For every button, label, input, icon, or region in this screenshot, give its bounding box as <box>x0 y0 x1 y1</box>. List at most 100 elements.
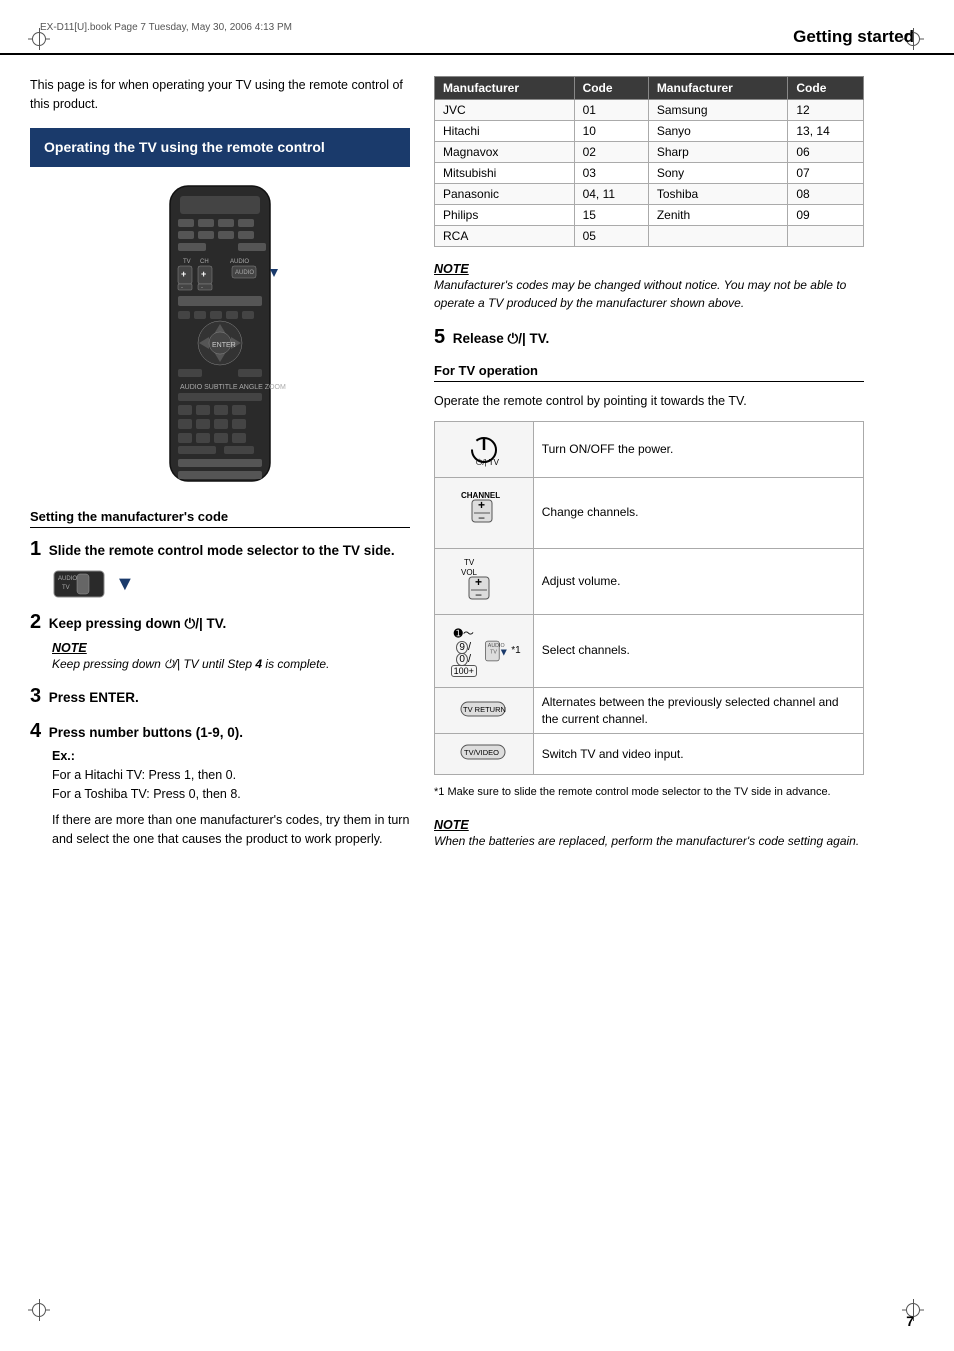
step-1: 1 Slide the remote control mode selector… <box>30 538 410 599</box>
step-5-num: 5 <box>434 326 445 348</box>
step-1-num: 1 <box>30 538 41 560</box>
svg-text:+: + <box>478 498 485 512</box>
note-right-title: NOTE <box>434 262 469 276</box>
tv-op-return: TV RETURN Alternates between the previou… <box>435 687 864 734</box>
tv-video-icon: TV/VIDEO <box>456 740 511 765</box>
step-5: 5 Release ⏻/| TV. <box>434 326 864 349</box>
step-5-text: Release ⏻/| TV. <box>453 331 550 346</box>
tv-op-volume: TV VOL + − Adjust volume. <box>435 548 864 614</box>
page-header: Getting started <box>0 0 954 55</box>
setting-section-title: Setting the manufacturer's code <box>30 509 410 528</box>
svg-text:-: - <box>181 285 183 291</box>
step-3: 3 Press ENTER. <box>30 685 410 708</box>
step-1-text: Slide the remote control mode selector t… <box>49 543 395 558</box>
table-row: Panasonic04, 11Toshiba08 <box>435 184 864 205</box>
selector-image: AUDIO TV <box>52 569 107 599</box>
step-4-extra: If there are more than one manufacturer'… <box>52 811 410 849</box>
for-tv-section-title: For TV operation <box>434 363 864 382</box>
page-title: Getting started <box>793 27 914 47</box>
step-2-text: Keep pressing down ⏻/| TV. <box>49 616 227 631</box>
tv-return-icon: TV RETURN <box>456 697 511 722</box>
volume-icon: TV VOL + − <box>456 555 511 605</box>
svg-text:+: + <box>201 269 206 279</box>
tv-op-power-desc: Turn ON/OFF the power. <box>533 421 863 477</box>
number-range-label: ➊～9/ 0/ 100+ <box>447 625 480 677</box>
step-2-note-title: NOTE <box>52 641 87 655</box>
step-4-body: Ex.: For a Hitachi TV: Press 1, then 0. … <box>52 747 410 803</box>
select-arrow-icon: AUDIO TV <box>484 636 507 666</box>
svg-text:−: − <box>475 588 482 602</box>
tv-op-return-desc: Alternates between the previously select… <box>533 687 863 734</box>
note-bottom-text: When the batteries are replaced, perform… <box>434 832 864 850</box>
left-column: This page is for when operating your TV … <box>30 76 410 1321</box>
table-header-code2: Code <box>788 77 864 100</box>
tv-op-select-icon-cell: ➊～9/ 0/ 100+ AUDIO TV *1 <box>435 614 534 687</box>
tv-op-power: ⏻/| TV Turn ON/OFF the power. <box>435 421 864 477</box>
svg-text:TV: TV <box>464 558 475 567</box>
svg-text:TV: TV <box>183 259 191 265</box>
tv-op-return-icon-cell: TV RETURN <box>435 687 534 734</box>
note-bottom-title: NOTE <box>434 818 469 832</box>
svg-text:⏻/| TV: ⏻/| TV <box>476 458 500 467</box>
svg-text:AUDIO: AUDIO <box>58 576 77 582</box>
svg-text:ENTER: ENTER <box>212 342 236 349</box>
for-tv-intro: Operate the remote control by pointing i… <box>434 392 864 411</box>
svg-text:+: + <box>181 269 186 279</box>
svg-text:TV: TV <box>62 585 70 591</box>
tv-op-channel-icon-cell: CHANNEL + − <box>435 477 534 548</box>
table-row: Magnavox02Sharp06 <box>435 142 864 163</box>
tv-op-select: ➊～9/ 0/ 100+ AUDIO TV *1 <box>435 614 864 687</box>
step-4-num: 4 <box>30 720 41 742</box>
step-2-num: 2 <box>30 611 41 633</box>
step-3-text: Press ENTER. <box>49 690 139 705</box>
tv-op-power-icon-cell: ⏻/| TV <box>435 421 534 477</box>
note-bottom: NOTE When the batteries are replaced, pe… <box>434 817 864 850</box>
footnote-text: *1 Make sure to slide the remote control… <box>434 785 864 800</box>
svg-text:TV/VIDEO: TV/VIDEO <box>464 748 499 757</box>
power-icon: ⏻/| TV <box>464 428 504 468</box>
page-number: 7 <box>906 1313 914 1329</box>
step-4: 4 Press number buttons (1-9, 0). Ex.: Fo… <box>30 720 410 849</box>
operating-header: Operating the TV using the remote contro… <box>30 128 410 168</box>
svg-text:AUDIO: AUDIO <box>235 270 254 276</box>
step-2-note-text: Keep pressing down ⏻/| TV until Step 4 i… <box>52 655 410 673</box>
footnote-marker: *1 <box>511 645 520 656</box>
table-header-code1: Code <box>574 77 648 100</box>
main-content: This page is for when operating your TV … <box>0 60 954 1351</box>
table-header-mfr1: Manufacturer <box>435 77 575 100</box>
table-row: RCA05 <box>435 226 864 247</box>
step-3-num: 3 <box>30 685 41 707</box>
table-row: Mitsubishi03Sony07 <box>435 163 864 184</box>
tv-op-video-icon-cell: TV/VIDEO <box>435 734 534 775</box>
tv-op-video-desc: Switch TV and video input. <box>533 734 863 775</box>
tv-op-volume-desc: Adjust volume. <box>533 548 863 614</box>
svg-text:TV RETURN: TV RETURN <box>463 705 506 714</box>
tv-operation-table: ⏻/| TV Turn ON/OFF the power. CHANNEL + … <box>434 421 864 776</box>
intro-text: This page is for when operating your TV … <box>30 76 410 114</box>
table-row: JVC01Samsung12 <box>435 100 864 121</box>
tv-op-channel: CHANNEL + − Change channels. <box>435 477 864 548</box>
remote-image: TV CH AUDIO + - + - AUDIO <box>30 181 410 491</box>
table-row: Hitachi10Sanyo13, 14 <box>435 121 864 142</box>
svg-text:AUDIO: AUDIO <box>230 259 249 265</box>
svg-text:AUDIO: AUDIO <box>488 643 505 649</box>
channel-icon: CHANNEL + − <box>456 484 511 539</box>
step-2: 2 Keep pressing down ⏻/| TV. NOTE Keep p… <box>30 611 410 673</box>
note-right: NOTE Manufacturer's codes may be changed… <box>434 261 864 312</box>
svg-text:+: + <box>475 575 482 589</box>
svg-text:-: - <box>201 285 203 291</box>
remote-svg: TV CH AUDIO + - + - AUDIO <box>140 181 300 491</box>
svg-text:TV: TV <box>491 649 498 655</box>
svg-text:−: − <box>478 511 485 525</box>
tv-op-select-desc: Select channels. <box>533 614 863 687</box>
note-right-text: Manufacturer's codes may be changed with… <box>434 276 864 312</box>
tv-op-video: TV/VIDEO Switch TV and video input. <box>435 734 864 775</box>
tv-op-channel-desc: Change channels. <box>533 477 863 548</box>
table-header-mfr2: Manufacturer <box>648 77 788 100</box>
step-4-text: Press number buttons (1-9, 0). <box>49 725 243 740</box>
right-column: Manufacturer Code Manufacturer Code JVC0… <box>434 76 864 1321</box>
table-row: Philips15Zenith09 <box>435 205 864 226</box>
manufacturer-table: Manufacturer Code Manufacturer Code JVC0… <box>434 76 864 247</box>
svg-text:AUDIO SUBTITLE ANGLE ZOOM: AUDIO SUBTITLE ANGLE ZOOM <box>180 384 286 391</box>
tv-op-volume-icon-cell: TV VOL + − <box>435 548 534 614</box>
